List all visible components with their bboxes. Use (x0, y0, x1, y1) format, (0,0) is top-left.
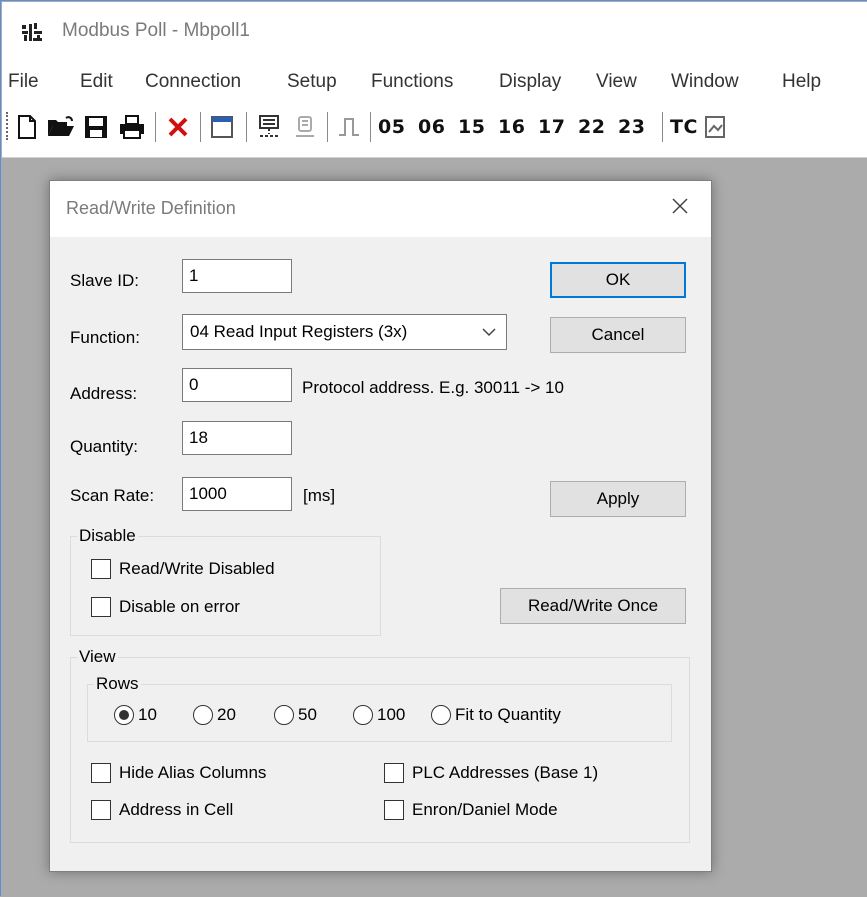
menu-window[interactable]: Window (671, 71, 739, 93)
read-write-definition-dialog: Read/Write Definition Slave ID: Function… (49, 180, 712, 872)
rows-50-label: 50 (298, 705, 317, 724)
plc-addresses-label: PLC Addresses (Base 1) (412, 763, 599, 782)
slave-id-input[interactable] (182, 259, 292, 293)
function-select-value: 04 Read Input Registers (3x) (190, 322, 408, 341)
tc-window-icon[interactable] (702, 113, 728, 141)
function-select[interactable]: 04 Read Input Registers (3x) (182, 314, 507, 350)
connect-icon[interactable] (254, 113, 284, 141)
quantity-label: Quantity: (70, 437, 139, 456)
rows-100-label: 100 (377, 705, 406, 724)
view-group: View Rows 10 20 50 100 Fit to Quantity H… (70, 647, 690, 843)
quantity-input[interactable] (182, 421, 292, 455)
view-group-title: View (77, 647, 118, 667)
toolbar-separator (370, 112, 371, 142)
modbus-app-icon (22, 23, 42, 41)
window-icon[interactable] (207, 113, 237, 141)
toolbar-separator (155, 112, 156, 142)
rows-50-radio[interactable] (274, 705, 294, 725)
dialog-title-bar: Read/Write Definition (50, 181, 711, 237)
rows-10-label: 10 (138, 705, 157, 724)
menu-edit[interactable]: Edit (80, 71, 113, 93)
toolbar-separator (200, 112, 201, 142)
scan-rate-unit: [ms] (303, 486, 336, 505)
close-icon[interactable] (667, 193, 693, 219)
rows-100-radio[interactable] (353, 705, 373, 725)
disable-group: Disable Read/Write Disabled Disable on e… (70, 526, 381, 636)
rows-20-radio[interactable] (193, 705, 213, 725)
window-title: Modbus Poll - Mbpoll1 (62, 20, 250, 41)
rows-group-title: Rows (94, 674, 141, 694)
pulse-icon[interactable] (335, 113, 363, 141)
menu-setup[interactable]: Setup (287, 71, 337, 93)
hide-alias-columns-label: Hide Alias Columns (119, 763, 267, 782)
function-label: Function: (70, 328, 140, 347)
read-write-once-button[interactable]: Read/Write Once (500, 588, 686, 624)
tc-button[interactable]: TC (670, 116, 698, 138)
delete-icon[interactable] (164, 113, 192, 141)
disable-on-error-label: Disable on error (119, 597, 240, 616)
toolbar-separator (246, 112, 247, 142)
address-in-cell-checkbox[interactable] (91, 800, 111, 820)
address-input[interactable] (182, 368, 292, 402)
slave-id-label: Slave ID: (70, 271, 139, 290)
scan-rate-label: Scan Rate: (70, 486, 155, 505)
toolbar-separator (662, 112, 663, 142)
new-file-icon[interactable] (14, 113, 40, 141)
disable-group-title: Disable (77, 526, 138, 546)
menu-bar: File Edit Connection Setup Functions Dis… (2, 62, 867, 100)
address-label: Address: (70, 384, 138, 403)
toolbar-grip[interactable] (6, 112, 11, 140)
enron-daniel-mode-checkbox[interactable] (384, 800, 404, 820)
menu-help[interactable]: Help (782, 71, 821, 93)
rows-fit-to-quantity-label: Fit to Quantity (455, 705, 561, 724)
toolbar: 05 06 15 16 17 22 23 TC (2, 100, 867, 158)
apply-button[interactable]: Apply (550, 481, 686, 517)
rows-fit-to-quantity-radio[interactable] (431, 705, 451, 725)
chevron-down-icon (482, 328, 496, 337)
disable-on-error-checkbox[interactable] (91, 597, 111, 617)
plc-addresses-checkbox[interactable] (384, 763, 404, 783)
open-folder-icon[interactable] (46, 113, 76, 141)
address-hint: Protocol address. E.g. 30011 -> 10 (302, 378, 564, 397)
title-bar: Modbus Poll - Mbpoll1 (2, 2, 867, 62)
cancel-button[interactable]: Cancel (550, 317, 686, 353)
function-22-button[interactable]: 22 (578, 116, 605, 138)
dialog-title: Read/Write Definition (66, 198, 236, 218)
toolbar-separator (327, 112, 328, 142)
radio-selected-dot (119, 710, 129, 720)
function-23-button[interactable]: 23 (618, 116, 645, 138)
scan-rate-input[interactable] (182, 477, 292, 511)
function-16-button[interactable]: 16 (498, 116, 525, 138)
function-17-button[interactable]: 17 (538, 116, 565, 138)
menu-connection[interactable]: Connection (145, 71, 241, 93)
read-write-disabled-checkbox[interactable] (91, 559, 111, 579)
save-icon[interactable] (82, 113, 110, 141)
menu-functions[interactable]: Functions (371, 71, 453, 93)
menu-display[interactable]: Display (499, 71, 561, 93)
disconnect-icon[interactable] (290, 113, 320, 141)
rows-group: Rows 10 20 50 100 Fit to Quantity (87, 674, 672, 742)
function-05-button[interactable]: 05 (378, 116, 405, 138)
function-06-button[interactable]: 06 (418, 116, 445, 138)
address-in-cell-label: Address in Cell (119, 800, 234, 819)
enron-daniel-mode-label: Enron/Daniel Mode (412, 800, 558, 819)
ok-button[interactable]: OK (550, 262, 686, 298)
menu-file[interactable]: File (8, 71, 39, 93)
rows-20-label: 20 (217, 705, 236, 724)
print-icon[interactable] (116, 113, 148, 141)
hide-alias-columns-checkbox[interactable] (91, 763, 111, 783)
rows-10-radio[interactable] (114, 705, 134, 725)
read-write-disabled-label: Read/Write Disabled (119, 559, 275, 578)
menu-view[interactable]: View (596, 71, 637, 93)
function-15-button[interactable]: 15 (458, 116, 485, 138)
